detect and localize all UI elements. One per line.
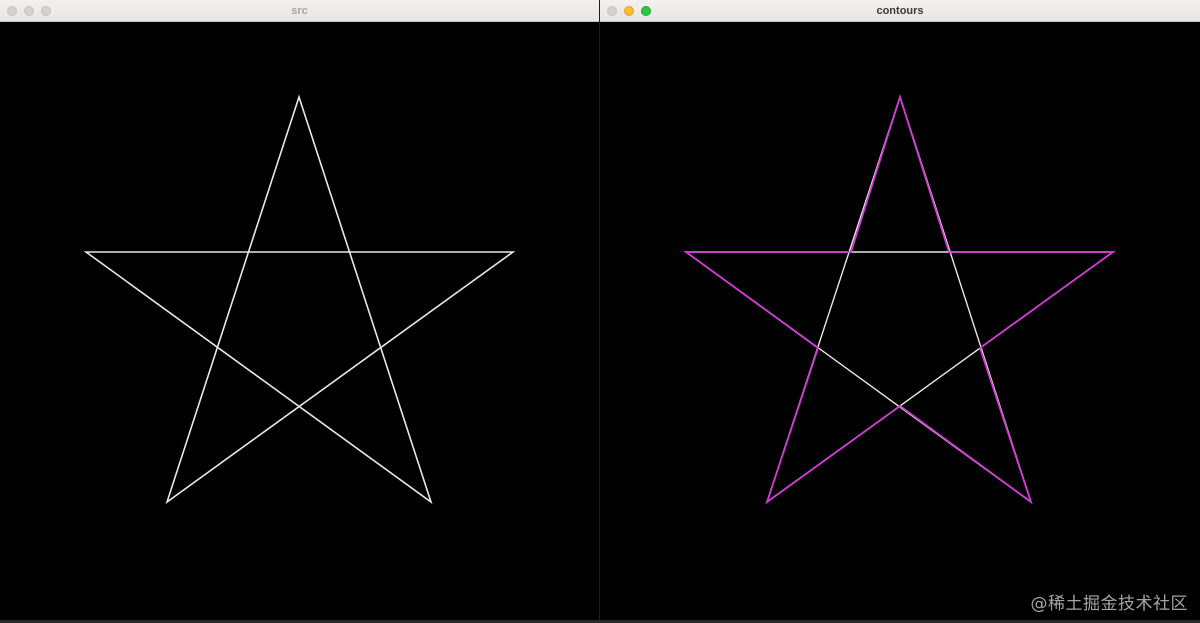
image-canvas-src xyxy=(0,22,599,620)
watermark-text: @稀土掘金技术社区 xyxy=(1030,594,1188,614)
titlebar-src[interactable]: src xyxy=(0,0,599,22)
window-title-contours: contours xyxy=(876,5,924,17)
star-outline xyxy=(83,94,516,505)
window-src[interactable]: src xyxy=(0,0,599,620)
star-image-contours xyxy=(683,94,1116,505)
titlebar-contours[interactable]: contours xyxy=(600,0,1200,22)
outer-contour xyxy=(683,94,1116,505)
window-contours[interactable]: contours @稀土掘金技术社区 xyxy=(600,0,1200,620)
star-image-src xyxy=(83,94,516,505)
image-canvas-contours: @稀土掘金技术社区 xyxy=(600,22,1200,620)
window-title-src: src xyxy=(291,5,308,17)
desktop: src contours @稀土掘金技术社区 xyxy=(0,0,1200,623)
